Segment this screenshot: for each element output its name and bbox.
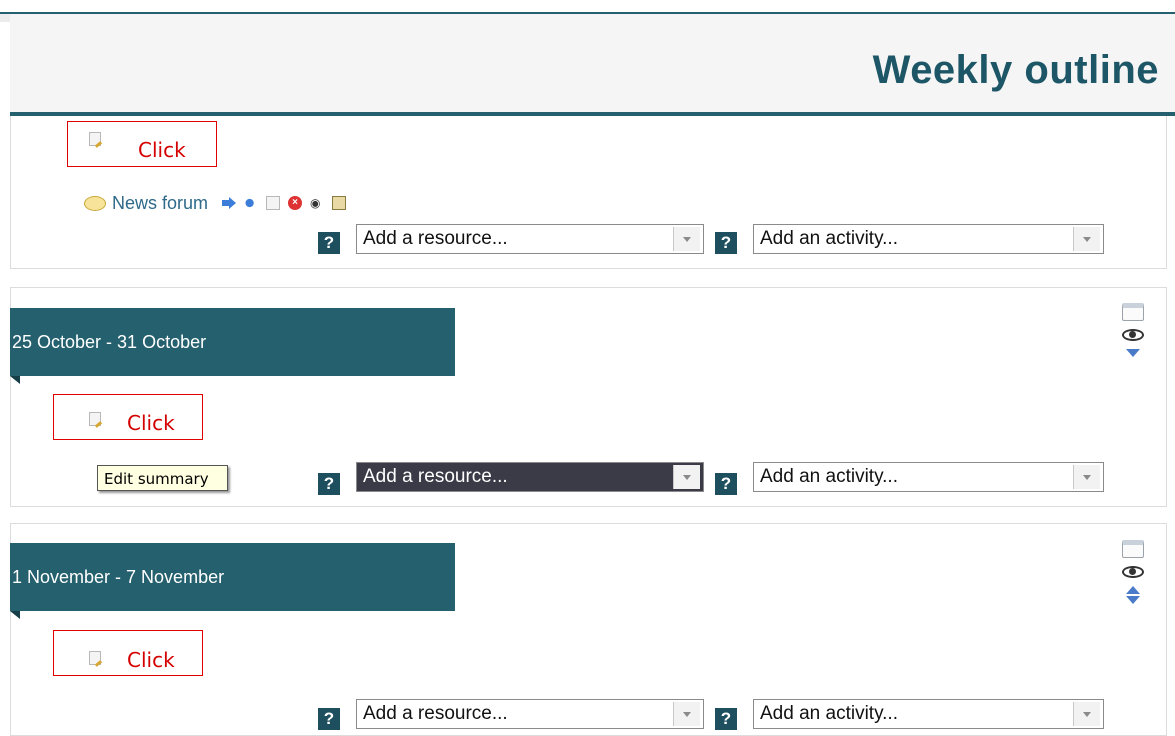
show-icon[interactable]: ◉ [310,196,324,210]
section-side-icons [1121,303,1145,361]
move-down-icon[interactable] [1126,349,1140,357]
roles-icon[interactable] [332,196,347,210]
forum-icon [84,195,106,211]
help-resource-icon[interactable]: ? [318,232,340,254]
add-resource-select[interactable]: Add a resource... [356,224,704,254]
edit-summary-button-week-1[interactable]: Click [53,394,203,440]
move-right-icon[interactable] [222,196,237,210]
add-resource-value: Add a resource... [363,703,508,724]
section-side-icons [1121,540,1145,608]
help-activity-icon[interactable]: ? [715,708,737,730]
collapse-section-icon[interactable] [1122,303,1144,321]
click-annotation: Click [127,411,175,435]
help-resource-icon[interactable]: ? [318,708,340,730]
edit-summary-icon [89,651,101,665]
edit-summary-icon [89,132,101,146]
chevron-down-icon [673,702,700,726]
delete-icon[interactable]: × [288,196,303,210]
collapse-section-icon[interactable] [1122,540,1144,558]
help-activity-icon[interactable]: ? [715,232,737,254]
edit-summary-icon [89,412,101,426]
chevron-down-icon [673,227,700,251]
hide-section-icon[interactable] [1122,566,1144,578]
add-activity-value: Add an activity... [760,466,898,487]
edit-icon[interactable] [266,196,281,210]
chevron-down-icon [1073,227,1100,251]
help-resource-icon[interactable]: ? [318,473,340,495]
page-title: Weekly outline [872,48,1159,92]
chevron-down-icon [673,465,700,489]
add-activity-value: Add an activity... [760,703,898,724]
edit-summary-button-general[interactable]: Click [67,121,217,167]
edit-summary-button-week-2[interactable]: Click [53,630,203,676]
click-annotation: Click [127,648,175,672]
week-heading: 25 October - 31 October [10,308,455,384]
move-down-icon[interactable] [1126,596,1140,604]
add-activity-select[interactable]: Add an activity... [753,224,1104,254]
add-resource-select[interactable]: Add a resource... [356,699,704,729]
move-up-icon[interactable] [1126,586,1140,594]
add-resource-select[interactable]: Add a resource... [356,462,704,492]
help-activity-icon[interactable]: ? [715,473,737,495]
top-border [0,0,1175,14]
week-heading: 1 November - 7 November [10,543,455,619]
chevron-down-icon [1073,465,1100,489]
news-forum-row: News forum × ◉ [84,189,350,217]
add-resource-value: Add a resource... [363,466,508,487]
chevron-down-icon [1073,702,1100,726]
hide-section-icon[interactable] [1122,329,1144,341]
news-forum-link[interactable]: News forum [112,193,208,214]
edit-summary-tooltip: Edit summary [97,465,228,491]
add-activity-select[interactable]: Add an activity... [753,699,1104,729]
add-resource-value: Add a resource... [363,228,508,249]
add-activity-value: Add an activity... [760,228,898,249]
add-activity-select[interactable]: Add an activity... [753,462,1104,492]
move-icon[interactable] [244,196,259,210]
click-annotation: Click [138,138,186,162]
